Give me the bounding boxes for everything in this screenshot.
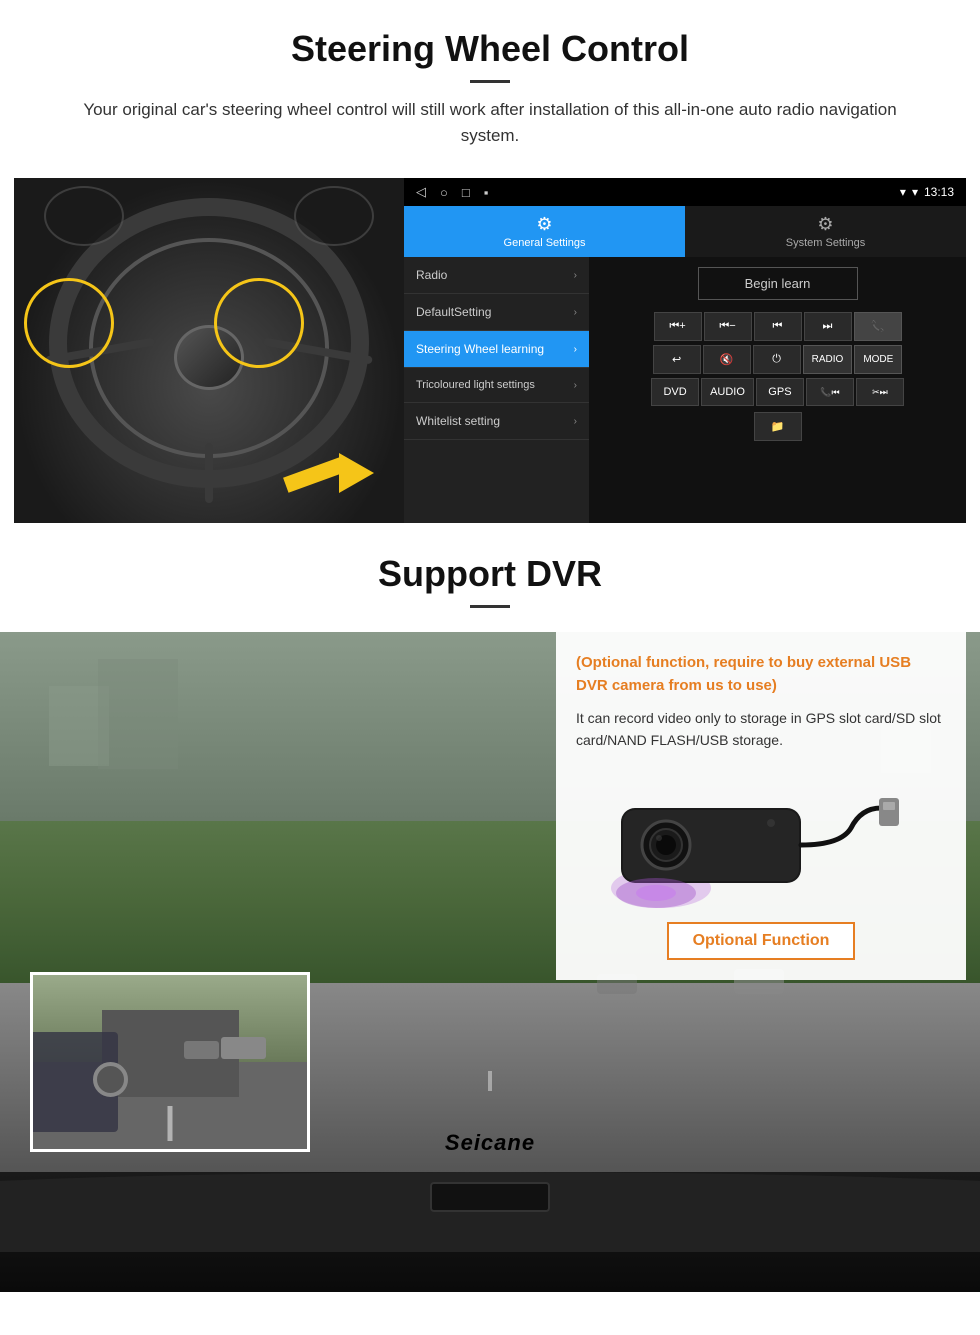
menu-item-default[interactable]: DefaultSetting › [404, 294, 589, 331]
chevron-icon: › [574, 344, 577, 355]
chevron-icon: › [574, 380, 577, 391]
divider [470, 80, 510, 83]
dvr-info-box: (Optional function, require to buy exter… [556, 632, 966, 980]
menu-item-whitelist[interactable]: Whitelist setting › [404, 403, 589, 440]
dashboard-strip [0, 1172, 980, 1292]
vol-down-btn[interactable]: ⏮− [704, 312, 752, 341]
seicane-brand: Seicane [445, 1130, 535, 1156]
tab-general-settings[interactable]: ⚙ General Settings [404, 206, 685, 257]
menu-whitelist-label: Whitelist setting [416, 414, 500, 428]
menu-icon[interactable]: ▪ [484, 185, 489, 200]
dvd-btn[interactable]: DVD [651, 378, 699, 406]
tab-general-label: General Settings [504, 237, 586, 249]
statusbar-status: ▾ ▾ 13:13 [900, 185, 954, 199]
system-settings-icon: ⚙ [817, 214, 833, 235]
dvr-preview-image [30, 972, 310, 1152]
dvr-camera-illustration [576, 768, 946, 908]
steering-wheel-photo [14, 178, 404, 523]
control-button-grid: Begin learn ⏮+ ⏮− ⏮ ⏭ 📞 ↩ 🔇 ⏻ [589, 257, 966, 523]
dvr-info-text: It can record video only to storage in G… [576, 707, 946, 752]
chevron-icon: › [574, 416, 577, 427]
optional-function-button[interactable]: Optional Function [667, 922, 856, 960]
back-icon[interactable]: ◁ [416, 184, 426, 200]
arrow-head [339, 453, 374, 493]
ctrl-row-3: DVD AUDIO GPS 📞⏮ ✂⏭ [589, 376, 966, 408]
steering-description: Your original car's steering wheel contr… [60, 97, 920, 148]
menu-area: Radio › DefaultSetting › Steering Wheel … [404, 257, 966, 523]
statusbar: ◁ ○ □ ▪ ▾ ▾ 13:13 [404, 178, 966, 206]
phone-btn[interactable]: 📞 [854, 312, 902, 341]
wifi-icon: ▾ [912, 185, 918, 199]
phone-prev-btn[interactable]: 📞⏮ [806, 378, 854, 406]
dvr-background: (Optional function, require to buy exter… [0, 632, 980, 1172]
next-btn[interactable]: ⏭ [804, 312, 852, 341]
settings-tabs: ⚙ General Settings ⚙ System Settings [404, 206, 966, 257]
statusbar-nav: ◁ ○ □ ▪ [416, 184, 488, 200]
audio-btn[interactable]: AUDIO [701, 378, 754, 406]
tab-system-settings[interactable]: ⚙ System Settings [685, 206, 966, 257]
menu-item-radio[interactable]: Radio › [404, 257, 589, 294]
begin-learn-row: Begin learn [589, 257, 966, 310]
vol-up-btn[interactable]: ⏮+ [654, 312, 702, 341]
radio-btn[interactable]: RADIO [803, 345, 853, 374]
ctrl-row-1: ⏮+ ⏮− ⏮ ⏭ 📞 [589, 310, 966, 343]
signal-icon: ▾ [900, 185, 906, 199]
folder-btn[interactable]: 📁 [754, 412, 802, 441]
cut-next-btn[interactable]: ✂⏭ [856, 378, 904, 406]
recent-icon[interactable]: □ [462, 185, 470, 200]
tab-system-label: System Settings [786, 237, 865, 249]
menu-item-tricolour[interactable]: Tricoloured light settings › [404, 368, 589, 403]
android-panel: ◁ ○ □ ▪ ▾ ▾ 13:13 ⚙ General Settings [404, 178, 966, 523]
dvr-divider [470, 605, 510, 608]
ctrl-row-4: 📁 [589, 408, 966, 443]
dvr-camera-svg [601, 768, 921, 908]
dvr-info-title: (Optional function, require to buy exter… [576, 652, 946, 697]
gps-btn[interactable]: GPS [756, 378, 804, 406]
ctrl-row-2: ↩ 🔇 ⏻ RADIO MODE [589, 343, 966, 376]
begin-learn-button[interactable]: Begin learn [698, 267, 858, 300]
steering-composite: ◁ ○ □ ▪ ▾ ▾ 13:13 ⚙ General Settings [14, 178, 966, 523]
chevron-icon: › [574, 270, 577, 281]
power-btn[interactable]: ⏻ [753, 345, 801, 374]
mode-btn[interactable]: MODE [854, 345, 902, 374]
menu-steering-label: Steering Wheel learning [416, 342, 544, 356]
mute-btn[interactable]: 🔇 [703, 345, 751, 374]
steering-header: Steering Wheel Control Your original car… [0, 0, 980, 158]
general-settings-icon: ⚙ [536, 214, 552, 235]
home-icon[interactable]: ○ [440, 185, 448, 200]
optional-btn-container: Optional Function [576, 908, 946, 960]
back-btn[interactable]: ↩ [653, 345, 701, 374]
chevron-icon: › [574, 307, 577, 318]
dvr-section: Support DVR (Optional function, require … [0, 523, 980, 1292]
dvr-title: Support DVR [60, 553, 920, 595]
steering-title: Steering Wheel Control [60, 28, 920, 70]
prev-btn[interactable]: ⏮ [754, 312, 802, 341]
menu-radio-label: Radio [416, 268, 447, 282]
steering-section: Steering Wheel Control Your original car… [0, 0, 980, 523]
clock: 13:13 [924, 185, 954, 199]
dvr-header: Support DVR [0, 523, 980, 632]
menu-tricolour-label: Tricoloured light settings [416, 379, 535, 391]
menu-default-label: DefaultSetting [416, 305, 491, 319]
menu-item-steering[interactable]: Steering Wheel learning › [404, 331, 589, 368]
settings-menu: Radio › DefaultSetting › Steering Wheel … [404, 257, 589, 523]
